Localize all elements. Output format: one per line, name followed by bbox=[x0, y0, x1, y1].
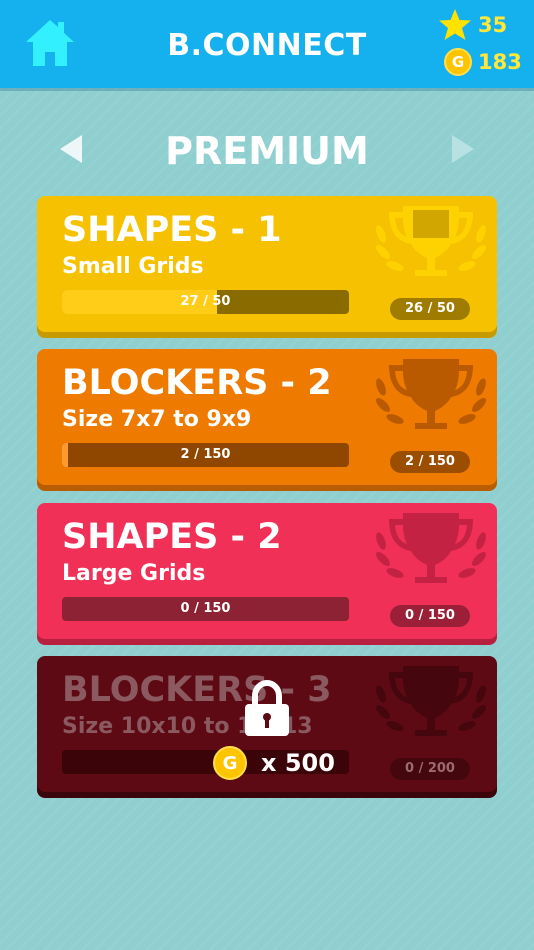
pack-card-shapes-2[interactable]: SHAPES - 2 Large Grids 0 / 150 0 / 150 bbox=[37, 503, 497, 639]
pack-card-blockers-2[interactable]: BLOCKERS - 2 Size 7x7 to 9x9 2 / 150 2 /… bbox=[37, 349, 497, 485]
pack-name: BLOCKERS - 3 bbox=[62, 670, 332, 710]
coin-icon: G bbox=[213, 746, 247, 780]
trophy-progress-badge: 26 / 50 bbox=[390, 298, 470, 320]
star-icon bbox=[439, 9, 471, 40]
next-section-arrow-icon[interactable] bbox=[452, 135, 474, 163]
unlock-price-text: x 500 bbox=[261, 749, 335, 777]
section-nav: PREMIUM bbox=[0, 125, 534, 175]
lock-icon bbox=[245, 680, 289, 736]
pack-name: BLOCKERS - 2 bbox=[62, 363, 332, 403]
progress-bar: 2 / 150 bbox=[62, 443, 349, 467]
pack-subtitle: Small Grids bbox=[62, 254, 204, 279]
trophy-progress-badge: 0 / 150 bbox=[390, 605, 470, 627]
pack-name: SHAPES - 1 bbox=[62, 210, 282, 250]
progress-bar: 27 / 50 bbox=[62, 290, 349, 314]
star-count: 35 bbox=[478, 13, 508, 37]
trophy-icon bbox=[376, 513, 486, 583]
coin-icon: G bbox=[444, 48, 472, 76]
pack-subtitle: Size 7x7 to 9x9 bbox=[62, 407, 252, 432]
trophy-icon bbox=[376, 206, 486, 276]
trophy-progress-badge: 0 / 200 bbox=[390, 758, 470, 780]
coin-counter: G 183 bbox=[444, 48, 522, 76]
trophy-progress-badge: 2 / 150 bbox=[390, 451, 470, 473]
progress-text: 2 / 150 bbox=[180, 447, 231, 462]
pack-card-shapes-1[interactable]: SHAPES - 1 Small Grids 27 / 50 26 / 50 bbox=[37, 196, 497, 332]
coin-count: 183 bbox=[478, 50, 522, 74]
top-bar: B.CONNECT 35 G 183 bbox=[0, 0, 534, 88]
unlock-price[interactable]: G x 500 bbox=[213, 746, 335, 780]
pack-subtitle: Large Grids bbox=[62, 561, 206, 586]
progress-bar: 0 / 150 bbox=[62, 597, 349, 621]
progress-text: 27 / 50 bbox=[180, 294, 231, 309]
star-counter: 35 bbox=[438, 8, 522, 42]
trophy-icon bbox=[376, 666, 486, 736]
pack-name: SHAPES - 2 bbox=[62, 517, 282, 557]
trophy-icon bbox=[376, 359, 486, 429]
pack-card-blockers-3-locked[interactable]: BLOCKERS - 3 Size 10x10 to 13x13 0 / 200… bbox=[37, 656, 497, 792]
progress-text: 0 / 150 bbox=[180, 601, 231, 616]
